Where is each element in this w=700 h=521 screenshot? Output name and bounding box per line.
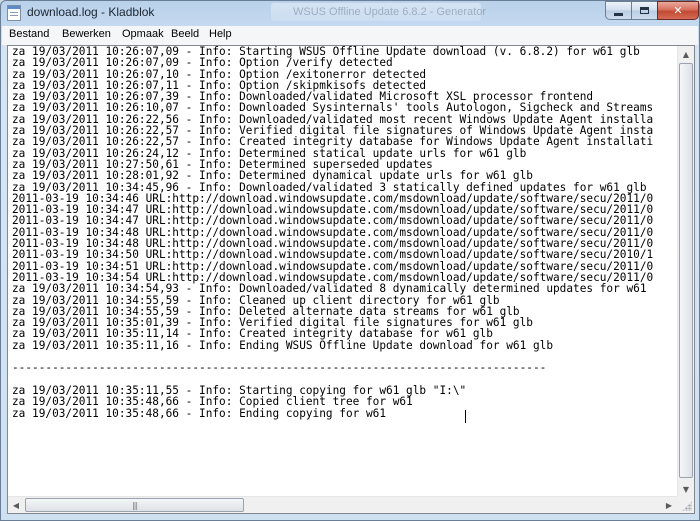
vertical-scroll-thumb[interactable]: [679, 63, 693, 478]
log-line: za 19/03/2011 10:35:48,66 - Info: Copied…: [12, 395, 413, 409]
log-line: za 19/03/2011 10:35:48,66 - Info: Ending…: [12, 406, 387, 420]
log-text[interactable]: za 19/03/2011 10:26:07,09 - Info: Starti…: [12, 46, 653, 419]
text-caret: [465, 410, 466, 423]
log-line: za 19/03/2011 10:34:54,93 - Info: Downlo…: [12, 282, 647, 296]
menu-opmaak[interactable]: Opmaak: [120, 28, 166, 40]
notepad-icon[interactable]: [7, 5, 21, 21]
log-line: za 19/03/2011 10:26:22,57 - Info: Create…: [12, 135, 654, 149]
menu-bewerken[interactable]: Bewerken: [60, 28, 113, 40]
vertical-scrollbar[interactable]: ▲ ▼: [677, 46, 694, 497]
log-line: za 19/03/2011 10:26:07,09 - Info: Option…: [12, 56, 393, 70]
grip-icon: |||: [131, 500, 138, 510]
horizontal-scroll-thumb[interactable]: |||: [25, 498, 244, 512]
chevron-right-icon[interactable]: ▶: [661, 497, 677, 513]
menu-beeld[interactable]: Beeld: [169, 28, 201, 40]
menu-help[interactable]: Help: [207, 28, 234, 40]
text-area-frame: za 19/03/2011 10:26:07,09 - Info: Starti…: [7, 45, 695, 514]
log-line: za 19/03/2011 10:35:11,16 - Info: Ending…: [12, 338, 553, 352]
maximize-icon: [640, 7, 649, 14]
notepad-window: download.log - Kladblok WSUS Offline Upd…: [0, 0, 700, 521]
text-editor[interactable]: za 19/03/2011 10:26:07,09 - Info: Starti…: [8, 46, 677, 497]
maximize-button[interactable]: [631, 1, 657, 20]
log-line: ----------------------------------------…: [12, 361, 547, 375]
horizontal-scrollbar[interactable]: ◀ ||| ▶: [8, 496, 677, 513]
log-line: 2011-03-19 10:34:50 URL:http://download.…: [12, 248, 654, 262]
menu-bestand[interactable]: Bestand: [7, 28, 51, 40]
minimize-icon: [614, 12, 623, 16]
chevron-up-icon[interactable]: ▲: [678, 46, 694, 62]
minimize-button[interactable]: [605, 1, 631, 20]
window-title: download.log - Kladblok: [27, 5, 155, 19]
size-grip[interactable]: [677, 496, 694, 513]
title-bar[interactable]: download.log - Kladblok WSUS Offline Upd…: [1, 1, 699, 25]
close-button[interactable]: ✕: [657, 1, 699, 20]
chevron-down-icon[interactable]: ▼: [678, 481, 694, 497]
resize-grip-icon: [682, 501, 692, 511]
background-window-title: WSUS Offline Update 6.8.2 - Generator: [293, 6, 486, 18]
chevron-left-icon[interactable]: ◀: [8, 497, 24, 513]
log-line: za 19/03/2011 10:28:01,92 - Info: Determ…: [12, 169, 533, 183]
menu-bar: Bestand Bewerken Opmaak Beeld Help: [2, 26, 698, 46]
close-icon: ✕: [673, 4, 683, 17]
